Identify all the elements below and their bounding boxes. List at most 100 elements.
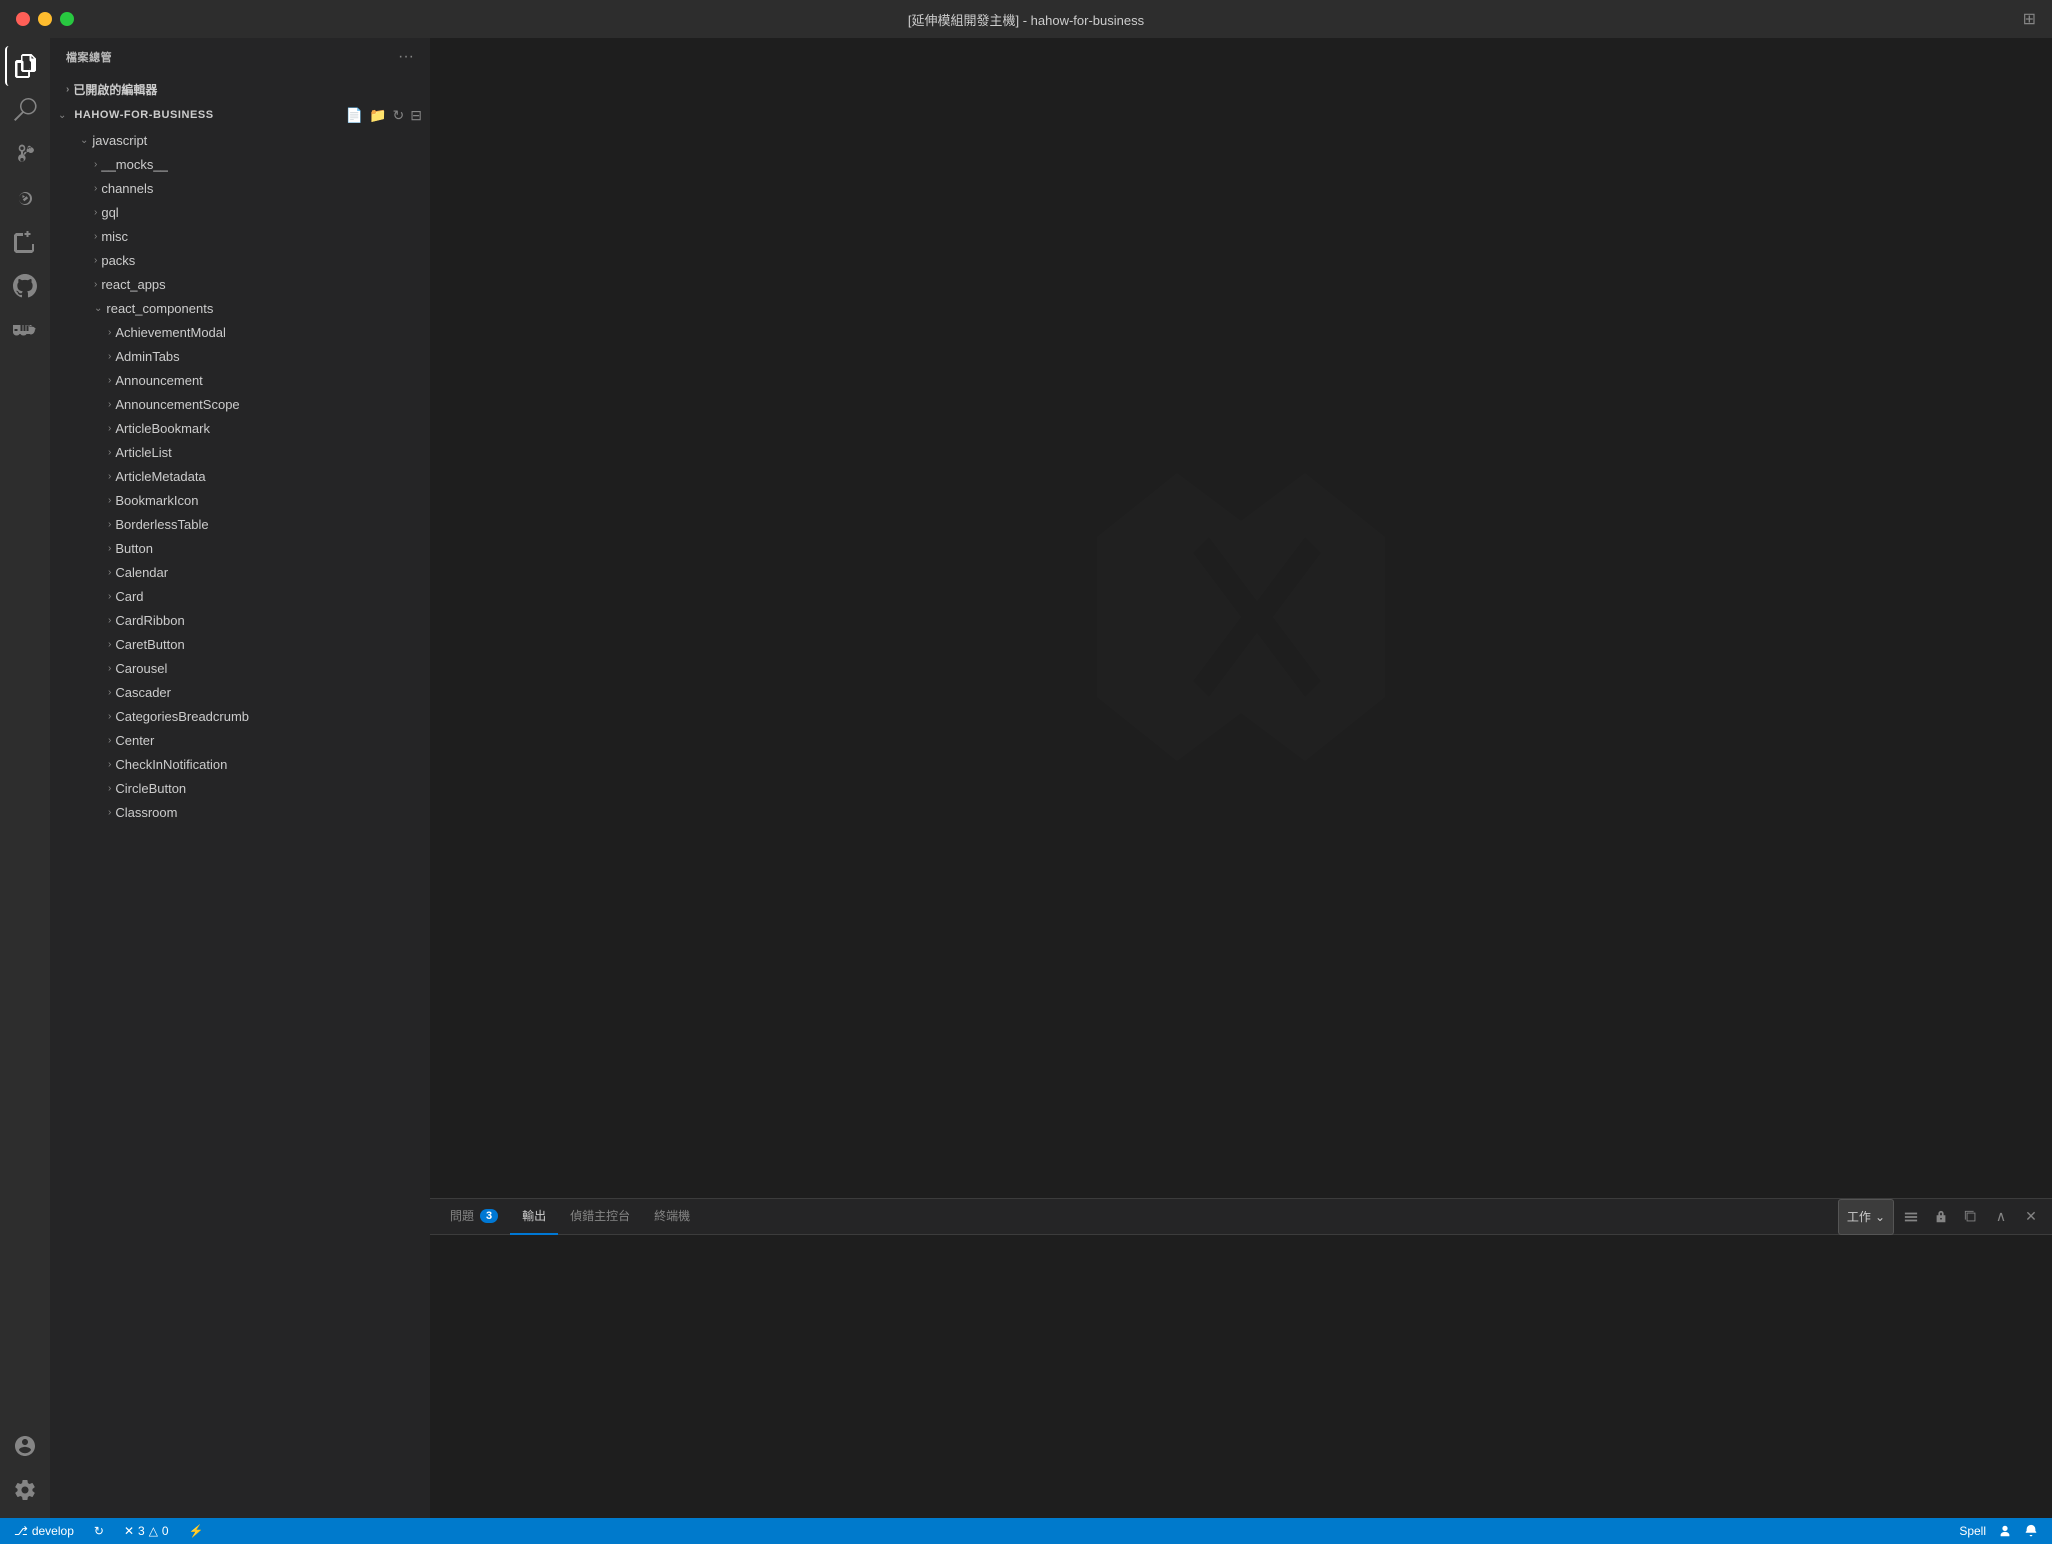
chevron-right-icon: ›: [94, 279, 97, 290]
folder-mocks[interactable]: › __mocks__: [50, 152, 430, 176]
folder-announcement-scope-label: AnnouncementScope: [115, 397, 239, 412]
activity-source-control[interactable]: [5, 134, 45, 174]
folder-announcement[interactable]: › Announcement: [50, 368, 430, 392]
new-file-icon[interactable]: 📄: [346, 107, 363, 124]
tab-debug-console[interactable]: 偵錯主控台: [558, 1199, 642, 1235]
folder-borderless-table[interactable]: › BorderlessTable: [50, 512, 430, 536]
folder-achievement-modal[interactable]: › AchievementModal: [50, 320, 430, 344]
activity-explorer[interactable]: [5, 46, 45, 86]
chevron-right-icon: ›: [108, 735, 111, 746]
spell-check[interactable]: Spell: [1953, 1518, 1992, 1544]
folder-article-list[interactable]: › ArticleList: [50, 440, 430, 464]
more-actions-button[interactable]: ···: [398, 48, 414, 66]
vscode-logo-svg: [1081, 457, 1401, 777]
minimize-button[interactable]: [38, 12, 52, 26]
folder-cascader[interactable]: › Cascader: [50, 680, 430, 704]
folder-center[interactable]: › Center: [50, 728, 430, 752]
scroll-up-button[interactable]: ∧: [1988, 1204, 2014, 1230]
chevron-right-icon: ›: [66, 84, 69, 95]
activity-extensions[interactable]: [5, 222, 45, 262]
folder-caret-button[interactable]: › CaretButton: [50, 632, 430, 656]
tab-problems[interactable]: 問題 3: [438, 1199, 510, 1235]
copy-button[interactable]: [1958, 1204, 1984, 1230]
folder-javascript[interactable]: ⌄ javascript: [50, 128, 430, 152]
extensions-icon: [13, 230, 37, 254]
folder-gql[interactable]: › gql: [50, 200, 430, 224]
folder-bookmark-icon-label: BookmarkIcon: [115, 493, 198, 508]
activity-settings[interactable]: [5, 1470, 45, 1510]
accounts-status[interactable]: [1992, 1518, 2018, 1544]
activity-docker[interactable]: [5, 310, 45, 350]
chevron-right-icon: ›: [108, 495, 111, 506]
folder-card-ribbon[interactable]: › CardRibbon: [50, 608, 430, 632]
settings-icon: [13, 1478, 37, 1502]
refresh-icon[interactable]: ↻: [393, 107, 405, 124]
project-icons: 📄 📁 ↻ ⊟: [346, 107, 422, 124]
close-button[interactable]: [16, 12, 30, 26]
sync-status[interactable]: ↻: [88, 1518, 110, 1544]
tab-terminal-label: 終端機: [654, 1207, 690, 1224]
search-icon: [13, 98, 37, 122]
task-dropdown[interactable]: 工作 ⌄: [1838, 1199, 1894, 1235]
folder-gql-label: gql: [101, 205, 118, 220]
folder-javascript-label: javascript: [92, 133, 147, 148]
folder-checkin-notification[interactable]: › CheckInNotification: [50, 752, 430, 776]
folder-channels[interactable]: › channels: [50, 176, 430, 200]
folder-circle-button-label: CircleButton: [115, 781, 186, 796]
folder-circle-button[interactable]: › CircleButton: [50, 776, 430, 800]
chevron-right-icon: ›: [94, 255, 97, 266]
account-icon: [13, 1434, 37, 1458]
activity-github[interactable]: [5, 266, 45, 306]
chevron-down-icon: ⌄: [58, 110, 66, 121]
folder-article-bookmark[interactable]: › ArticleBookmark: [50, 416, 430, 440]
sidebar-title: 檔案總管: [66, 49, 112, 65]
activity-account[interactable]: [5, 1426, 45, 1466]
chevron-right-icon: ›: [108, 375, 111, 386]
folder-borderless-table-label: BorderlessTable: [115, 517, 208, 532]
folder-packs[interactable]: › packs: [50, 248, 430, 272]
folder-misc[interactable]: › misc: [50, 224, 430, 248]
folder-button[interactable]: › Button: [50, 536, 430, 560]
folder-react-apps[interactable]: › react_apps: [50, 272, 430, 296]
collapse-all-icon[interactable]: ⊟: [410, 107, 422, 124]
activity-run[interactable]: [5, 178, 45, 218]
folder-announcement-scope[interactable]: › AnnouncementScope: [50, 392, 430, 416]
tab-output[interactable]: 輸出: [510, 1199, 558, 1235]
maximize-button[interactable]: [60, 12, 74, 26]
folder-react-components-label: react_components: [106, 301, 213, 316]
folder-classroom[interactable]: › Classroom: [50, 800, 430, 824]
folder-calendar[interactable]: › Calendar: [50, 560, 430, 584]
activity-search[interactable]: [5, 90, 45, 130]
tab-terminal[interactable]: 終端機: [642, 1199, 702, 1235]
notifications-status[interactable]: [2018, 1518, 2044, 1544]
folder-admin-tabs[interactable]: › AdminTabs: [50, 344, 430, 368]
lock-button[interactable]: [1928, 1204, 1954, 1230]
chevron-down-icon: ⌄: [1875, 1210, 1885, 1224]
project-row[interactable]: ⌄ HAHOW-FOR-BUSINESS 📄 📁 ↻ ⊟: [50, 102, 430, 128]
close-panel-button[interactable]: ✕: [2018, 1204, 2044, 1230]
folder-react-components[interactable]: ⌄ react_components: [50, 296, 430, 320]
layout-icon[interactable]: ⊞: [2023, 9, 2036, 29]
clear-output-button[interactable]: [1898, 1204, 1924, 1230]
tab-problems-label: 問題: [450, 1207, 474, 1224]
folder-article-metadata[interactable]: › ArticleMetadata: [50, 464, 430, 488]
lightning-status[interactable]: ⚡: [183, 1518, 210, 1544]
folder-carousel[interactable]: › Carousel: [50, 656, 430, 680]
chevron-right-icon: ›: [94, 159, 97, 170]
folder-card[interactable]: › Card: [50, 584, 430, 608]
git-branch[interactable]: ⎇ develop: [8, 1518, 80, 1544]
folder-categories-breadcrumb[interactable]: › CategoriesBreadcrumb: [50, 704, 430, 728]
files-icon: [14, 54, 38, 78]
errors-status[interactable]: ✕ 3 △ 0: [118, 1518, 175, 1544]
folder-bookmark-icon[interactable]: › BookmarkIcon: [50, 488, 430, 512]
chevron-right-icon: ›: [108, 519, 111, 530]
lightning-icon: ⚡: [189, 1524, 204, 1538]
new-folder-icon[interactable]: 📁: [369, 107, 386, 124]
chevron-right-icon: ›: [108, 639, 111, 650]
folder-caret-button-label: CaretButton: [115, 637, 184, 652]
folder-card-label: Card: [115, 589, 143, 604]
opened-editors-section[interactable]: › 已開啟的編輯器: [50, 76, 430, 102]
folder-react-apps-label: react_apps: [101, 277, 165, 292]
chevron-right-icon: ›: [108, 783, 111, 794]
chevron-down-icon: ⌄: [94, 303, 102, 314]
